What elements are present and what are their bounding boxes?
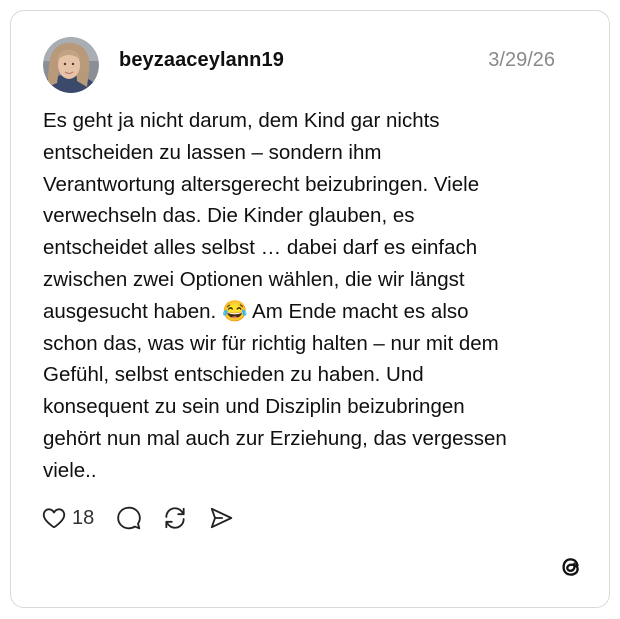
- action-bar: 18: [41, 503, 234, 533]
- like-button[interactable]: 18: [41, 503, 94, 533]
- comment-button[interactable]: [116, 503, 142, 533]
- heart-icon: [42, 508, 66, 529]
- post-text: Es geht ja nicht darum, dem Kind gar nic…: [43, 109, 507, 482]
- threads-logo-icon: [557, 553, 585, 581]
- comment-icon: [117, 506, 142, 530]
- post-card: beyzaaceylann19 3/29/26 Es geht ja nicht…: [10, 10, 610, 608]
- post-date: 3/29/26: [488, 49, 555, 71]
- repost-icon: [165, 507, 185, 529]
- avatar[interactable]: [43, 37, 99, 93]
- avatar-image: [43, 37, 99, 93]
- share-icon: [211, 507, 233, 529]
- username[interactable]: beyzaaceylann19: [119, 49, 284, 72]
- repost-button[interactable]: [162, 503, 188, 533]
- like-count: 18: [72, 506, 95, 529]
- share-button[interactable]: [208, 503, 234, 533]
